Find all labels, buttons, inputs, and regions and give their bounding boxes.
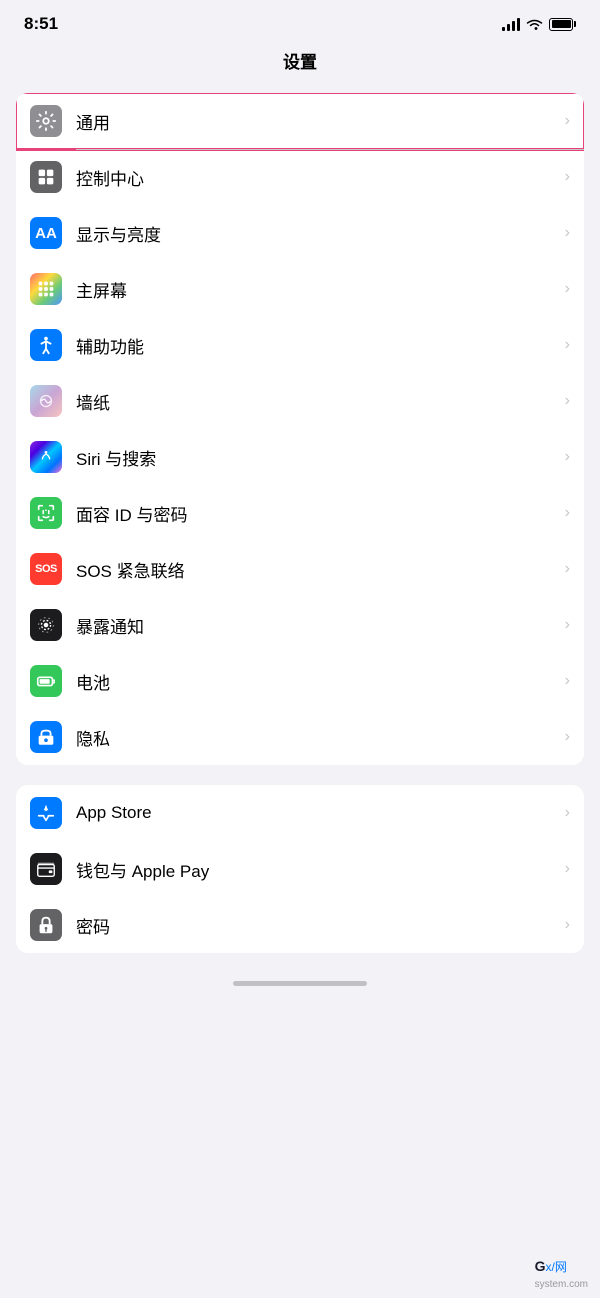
password-icon bbox=[30, 909, 62, 941]
sos-label: SOS 紧急联络 bbox=[76, 557, 557, 582]
page-title-bar: 设置 bbox=[0, 42, 600, 85]
wifi-icon bbox=[526, 18, 543, 31]
general-chevron: › bbox=[565, 112, 570, 130]
home-indicator bbox=[0, 973, 600, 992]
exposure-chevron: › bbox=[565, 616, 570, 634]
watermark: Gx/网 system.com bbox=[535, 1258, 588, 1290]
privacy-chevron: › bbox=[565, 728, 570, 746]
faceid-icon bbox=[30, 497, 62, 529]
display-chevron: › bbox=[565, 224, 570, 242]
password-chevron: › bbox=[565, 916, 570, 934]
privacy-label: 隐私 bbox=[76, 725, 557, 750]
settings-row-wallpaper[interactable]: 墙纸 › bbox=[16, 373, 584, 429]
settings-row-exposure[interactable]: 暴露通知 › bbox=[16, 597, 584, 653]
general-label: 通用 bbox=[76, 109, 557, 134]
settings-row-password[interactable]: 密码 › bbox=[16, 897, 584, 953]
exposure-icon bbox=[30, 609, 62, 641]
accessibility-icon bbox=[30, 329, 62, 361]
page-title: 设置 bbox=[283, 53, 317, 72]
settings-row-faceid[interactable]: 面容 ID 与密码 › bbox=[16, 485, 584, 541]
settings-group-2: App Store › 钱包与 Apple Pay › bbox=[16, 785, 584, 953]
faceid-label: 面容 ID 与密码 bbox=[76, 501, 557, 526]
siri-icon bbox=[30, 441, 62, 473]
settings-row-control-center[interactable]: 控制中心 › bbox=[16, 149, 584, 205]
siri-chevron: › bbox=[565, 448, 570, 466]
status-bar: 8:51 bbox=[0, 0, 600, 42]
wallet-chevron: › bbox=[565, 860, 570, 878]
settings-row-sos[interactable]: SOS SOS 紧急联络 › bbox=[16, 541, 584, 597]
settings-row-home-screen[interactable]: 主屏幕 › bbox=[16, 261, 584, 317]
battery-settings-icon bbox=[30, 665, 62, 697]
settings-row-general[interactable]: 通用 › bbox=[16, 93, 584, 149]
siri-label: Siri 与搜索 bbox=[76, 445, 557, 470]
appstore-icon bbox=[30, 797, 62, 829]
sos-icon: SOS bbox=[30, 553, 62, 585]
display-icon: AA bbox=[30, 217, 62, 249]
settings-row-appstore[interactable]: App Store › bbox=[16, 785, 584, 841]
control-center-icon bbox=[30, 161, 62, 193]
sos-chevron: › bbox=[565, 560, 570, 578]
settings-row-wallet[interactable]: 钱包与 Apple Pay › bbox=[16, 841, 584, 897]
home-screen-chevron: › bbox=[565, 280, 570, 298]
home-bar bbox=[233, 981, 367, 986]
home-screen-icon bbox=[30, 273, 62, 305]
settings-row-battery[interactable]: 电池 › bbox=[16, 653, 584, 709]
accessibility-chevron: › bbox=[565, 336, 570, 354]
status-icons bbox=[502, 17, 576, 31]
password-label: 密码 bbox=[76, 913, 557, 938]
wallet-icon bbox=[30, 853, 62, 885]
control-center-chevron: › bbox=[565, 168, 570, 186]
home-screen-label: 主屏幕 bbox=[76, 277, 557, 302]
status-time: 8:51 bbox=[24, 14, 58, 34]
battery-icon bbox=[549, 18, 576, 31]
battery-label: 电池 bbox=[76, 669, 557, 694]
privacy-icon bbox=[30, 721, 62, 753]
wallpaper-chevron: › bbox=[565, 392, 570, 410]
settings-row-siri[interactable]: Siri 与搜索 › bbox=[16, 429, 584, 485]
control-center-label: 控制中心 bbox=[76, 165, 557, 190]
general-icon bbox=[30, 105, 62, 137]
wallpaper-icon bbox=[30, 385, 62, 417]
settings-row-accessibility[interactable]: 辅助功能 › bbox=[16, 317, 584, 373]
wallpaper-label: 墙纸 bbox=[76, 389, 557, 414]
signal-icon bbox=[502, 17, 520, 31]
battery-chevron: › bbox=[565, 672, 570, 690]
settings-row-privacy[interactable]: 隐私 › bbox=[16, 709, 584, 765]
faceid-chevron: › bbox=[565, 504, 570, 522]
accessibility-label: 辅助功能 bbox=[76, 333, 557, 358]
settings-row-display[interactable]: AA 显示与亮度 › bbox=[16, 205, 584, 261]
appstore-chevron: › bbox=[565, 804, 570, 822]
display-label: 显示与亮度 bbox=[76, 221, 557, 246]
settings-section: 通用 › 控制中心 › AA 显示与亮度 › bbox=[0, 93, 600, 953]
exposure-label: 暴露通知 bbox=[76, 613, 557, 638]
appstore-label: App Store bbox=[76, 803, 557, 823]
settings-group-1: 通用 › 控制中心 › AA 显示与亮度 › bbox=[16, 93, 584, 765]
wallet-label: 钱包与 Apple Pay bbox=[76, 857, 557, 882]
